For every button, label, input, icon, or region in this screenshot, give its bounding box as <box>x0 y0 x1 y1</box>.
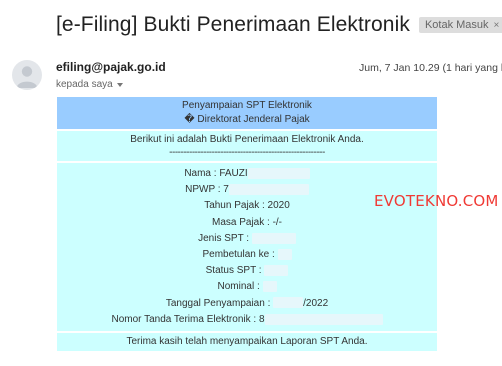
detail-masa-pajak: Masa Pajak : -/- <box>57 215 437 231</box>
inbox-label-text: Kotak Masuk <box>424 19 489 31</box>
receipt-header-org: � Direktorat Jenderal Pajak <box>184 114 310 125</box>
detail-nama-text: Nama : FAUZI <box>184 168 248 179</box>
detail-nomor-text: Nomor Tanda Terima Elektronik : 8 <box>111 313 265 325</box>
sender-avatar-icon[interactable] <box>12 60 42 90</box>
redaction-block <box>264 264 289 276</box>
receipt-header-cell: Penyampaian SPT Elektronik � Direktorat … <box>57 97 437 131</box>
receipt-intro-cell: Berikut ini adalah Bukti Penerimaan Elek… <box>57 130 437 163</box>
redaction-block <box>264 313 383 325</box>
receipt-header-row: Penyampaian SPT Elektronik � Direktorat … <box>57 97 437 131</box>
inbox-label-chip[interactable]: Kotak Masuk × <box>418 17 502 33</box>
detail-nama: Nama : FAUZI <box>57 166 437 182</box>
receipt-thanks-row: Terima kasih telah menyampaikan Laporan … <box>57 331 437 351</box>
redaction-block <box>228 184 309 196</box>
receipt-header-title: Penyampaian SPT Elektronik <box>182 100 312 111</box>
detail-nomor-tanda-terima: Nomor Tanda Terima Elektronik : 8 <box>57 312 437 328</box>
email-subject: [e-Filing] Bukti Penerimaan Elektronik <box>56 13 410 36</box>
detail-nominal-text: Nominal : <box>217 281 260 293</box>
receipt-separator: ----------------------------------------… <box>169 147 325 158</box>
email-subject-bar: [e-Filing] Bukti Penerimaan Elektronik K… <box>56 12 502 38</box>
redaction-block <box>262 281 277 293</box>
receipt-intro-text: Berikut ini adalah Bukti Penerimaan Elek… <box>130 134 364 145</box>
watermark: EVOTEKNO.COM <box>374 192 499 210</box>
detail-nominal: Nominal : <box>57 279 437 295</box>
receipt-details-row: Nama : FAUZI NPWP : 7 Tahun Pajak : 2020… <box>57 162 437 333</box>
detail-pembetulan-text: Pembetulan ke : <box>202 248 275 260</box>
redaction-block <box>251 232 296 244</box>
detail-pembetulan: Pembetulan ke : <box>57 247 437 263</box>
chevron-down-icon <box>116 82 123 87</box>
recipient-details-toggle[interactable]: kepada saya <box>56 79 123 90</box>
redaction-block <box>247 167 310 179</box>
recipient-label: kepada saya <box>56 79 113 90</box>
receipt-thanks-text: Terima kasih telah menyampaikan Laporan … <box>57 331 437 351</box>
remove-label-icon[interactable]: × <box>494 20 500 31</box>
detail-tanggal-text: Tanggal Penyampaian : <box>165 297 271 309</box>
detail-tahun-pajak-text: Tahun Pajak : 2020 <box>204 200 290 212</box>
redaction-block <box>277 248 292 260</box>
receipt-table: Penyampaian SPT Elektronik � Direktorat … <box>57 97 437 351</box>
detail-tanggal-penyampaian: Tanggal Penyampaian : /2022 <box>57 296 437 312</box>
sender-email[interactable]: efiling@pajak.go.id <box>56 60 166 74</box>
detail-npwp-text: NPWP : 7 <box>185 184 229 196</box>
receipt-intro-row: Berikut ini adalah Bukti Penerimaan Elek… <box>57 130 437 163</box>
redaction-block <box>273 297 304 309</box>
detail-status-spt-text: Status SPT : <box>205 265 262 277</box>
detail-masa-pajak-text: Masa Pajak : -/- <box>211 216 283 228</box>
detail-status-spt: Status SPT : <box>57 263 437 279</box>
detail-tanggal-suffix: /2022 <box>303 297 329 309</box>
detail-jenis-spt: Jenis SPT : <box>57 231 437 247</box>
detail-jenis-spt-text: Jenis SPT : <box>198 232 250 244</box>
receipt-details-cell: Nama : FAUZI NPWP : 7 Tahun Pajak : 2020… <box>57 162 437 333</box>
email-date: Jum, 7 Jan 10.29 (1 hari yang la <box>359 62 502 74</box>
